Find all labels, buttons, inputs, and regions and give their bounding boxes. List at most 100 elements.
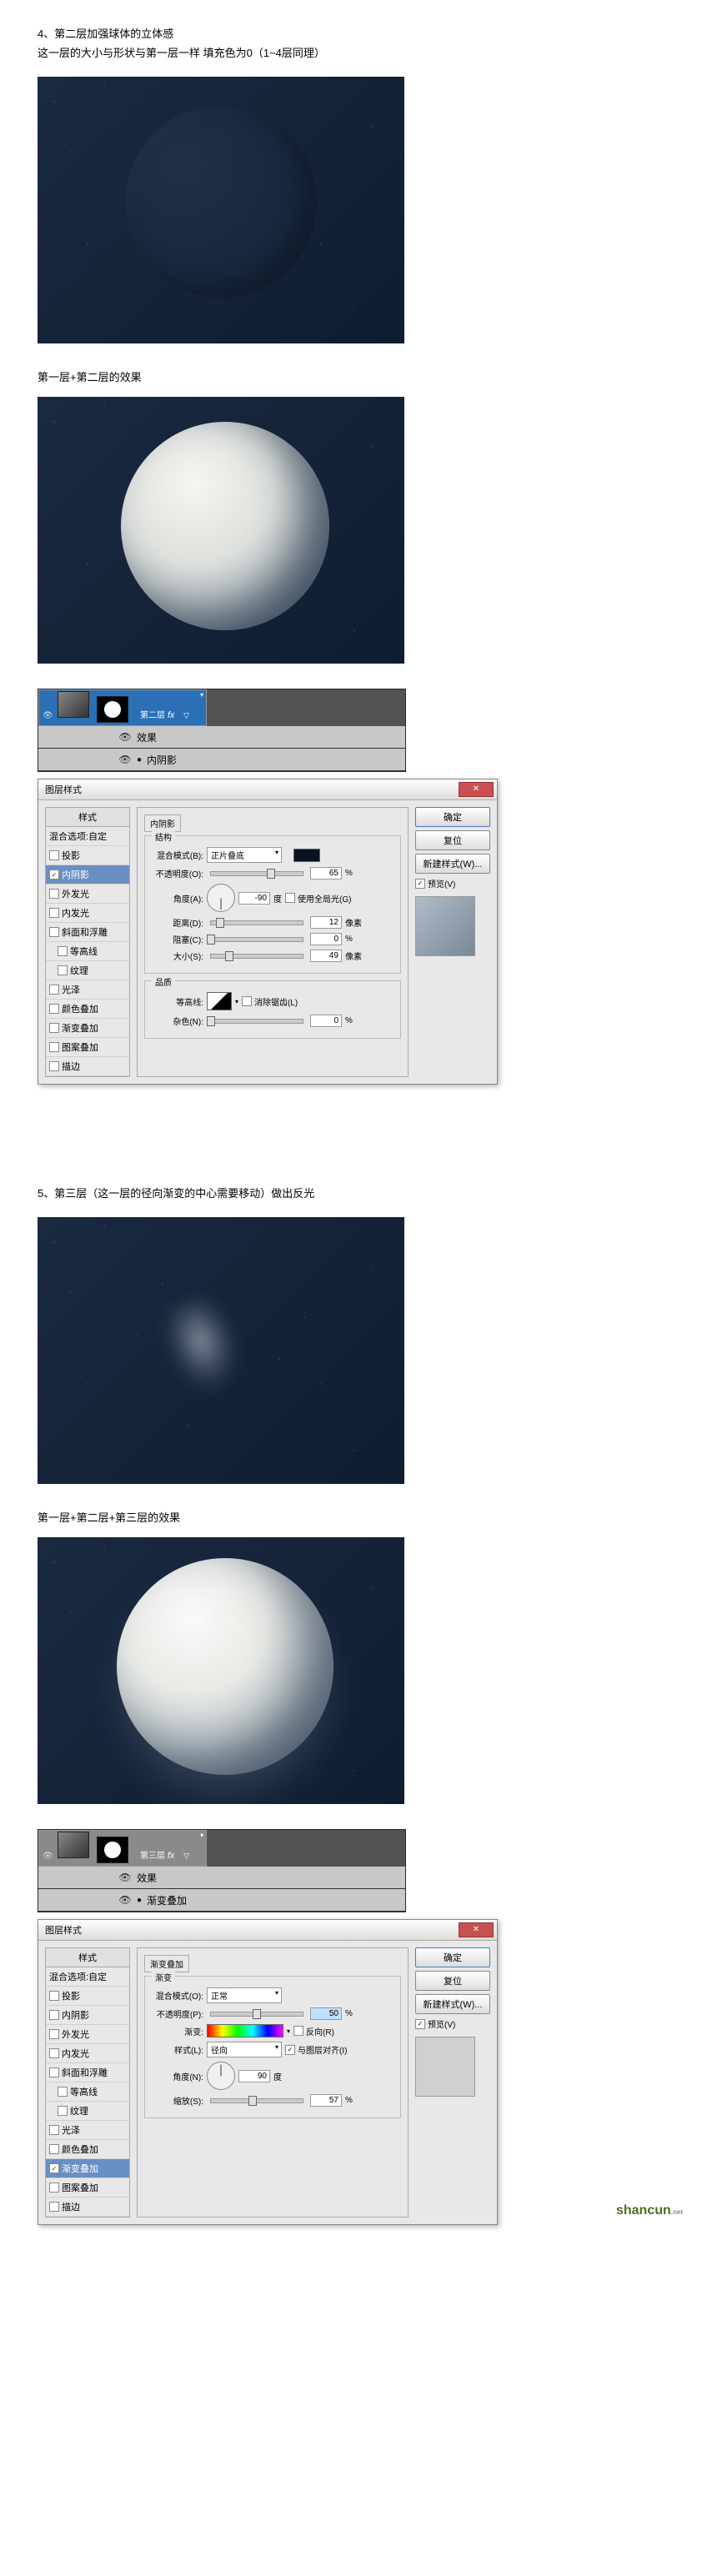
layer-row-selected[interactable]: 👁 第三层 fx ▽ xyxy=(38,1830,207,1867)
size-input[interactable]: 49 xyxy=(310,950,342,962)
scale-input[interactable]: 57 xyxy=(310,2094,342,2107)
visibility-icon[interactable]: 👁 xyxy=(113,1894,137,1906)
style-bevel[interactable]: 斜面和浮雕 xyxy=(46,923,129,942)
step4-title: 4、第二层加强球体的立体感 xyxy=(38,25,689,41)
cancel-button[interactable]: 复位 xyxy=(415,1971,490,1991)
dialog-titlebar[interactable]: 图层样式 ✕ xyxy=(38,1920,497,1941)
layer-fx-row: 👁 效果 xyxy=(38,1867,405,1889)
gradient-picker[interactable] xyxy=(207,2024,283,2037)
align-checkbox[interactable]: 与图层对齐(I) xyxy=(285,2043,347,2056)
style-outer-glow[interactable]: 外发光 xyxy=(46,2025,129,2044)
style-texture-sub[interactable]: 纹理 xyxy=(46,2102,129,2121)
ok-button[interactable]: 确定 xyxy=(415,1947,490,1967)
angle-dial[interactable] xyxy=(207,2062,235,2090)
styles-list: 样式 混合选项:自定 投影 内阴影 外发光 内发光 斜面和浮雕 等高线 纹理 光… xyxy=(45,807,130,1077)
style-inner-shadow[interactable]: 内阴影 xyxy=(46,865,129,885)
style-blend-options[interactable]: 混合选项:自定 xyxy=(46,1967,129,1987)
visibility-icon[interactable]: 👁 xyxy=(43,1852,53,1861)
visibility-icon[interactable]: 👁 xyxy=(113,731,137,743)
style-pattern-overlay[interactable]: 图案叠加 xyxy=(46,2178,129,2198)
color-swatch[interactable] xyxy=(293,849,320,862)
angle-input[interactable]: 90 xyxy=(238,2070,270,2082)
fx-badge: fx xyxy=(168,710,175,720)
figure-white-sphere-1 xyxy=(38,397,404,664)
layer-gradient-overlay-row[interactable]: 👁 ●渐变叠加 xyxy=(38,1889,405,1912)
style-stroke[interactable]: 描边 xyxy=(46,2198,129,2217)
global-light-checkbox[interactable]: 使用全局光(G) xyxy=(285,892,351,905)
noise-slider[interactable] xyxy=(210,1019,303,1024)
close-button[interactable]: ✕ xyxy=(459,1922,494,1937)
effect-icon: ● xyxy=(137,755,142,764)
style-bevel[interactable]: 斜面和浮雕 xyxy=(46,2063,129,2082)
visibility-icon[interactable]: 👁 xyxy=(43,711,53,720)
reverse-checkbox[interactable]: 反向(R) xyxy=(293,2025,334,2037)
layer-style-dialog-inner-shadow: 图层样式 ✕ 样式 混合选项:自定 投影 内阴影 外发光 内发光 斜面和浮雕 等… xyxy=(38,779,498,1085)
opacity-input[interactable]: 50 xyxy=(310,2007,342,2020)
angle-dial[interactable] xyxy=(207,884,235,912)
size-slider[interactable] xyxy=(210,954,303,959)
noise-input[interactable]: 0 xyxy=(310,1015,342,1027)
style-inner-shadow[interactable]: 内阴影 xyxy=(46,2006,129,2025)
style-outer-glow[interactable]: 外发光 xyxy=(46,885,129,904)
new-style-button[interactable]: 新建样式(W)... xyxy=(415,1994,490,2014)
new-style-button[interactable]: 新建样式(W)... xyxy=(415,854,490,874)
style-blend-options[interactable]: 混合选项:自定 xyxy=(46,827,129,846)
preview-checkbox[interactable]: 预览(V) xyxy=(415,877,490,890)
opacity-slider[interactable] xyxy=(210,2012,303,2017)
gradient-style-select[interactable]: 径向 xyxy=(207,2042,282,2057)
dialog-buttons: 确定 复位 新建样式(W)... 预览(V) xyxy=(415,807,490,1077)
visibility-icon[interactable]: 👁 xyxy=(113,754,137,765)
caption-layer1-2-3: 第一层+第二层+第三层的效果 xyxy=(38,1509,689,1525)
style-color-overlay[interactable]: 颜色叠加 xyxy=(46,2140,129,2159)
styles-list: 样式 混合选项:自定 投影 内阴影 外发光 内发光 斜面和浮雕 等高线 纹理 光… xyxy=(45,1947,130,2218)
choke-slider[interactable] xyxy=(210,937,303,942)
distance-slider[interactable] xyxy=(210,920,303,925)
style-pattern-overlay[interactable]: 图案叠加 xyxy=(46,1038,129,1057)
blend-mode-select[interactable]: 正常 xyxy=(207,1987,282,2003)
close-button[interactable]: ✕ xyxy=(459,782,494,797)
collapse-icon[interactable]: ▽ xyxy=(183,1852,189,1860)
preview-checkbox[interactable]: 预览(V) xyxy=(415,2017,490,2030)
cancel-button[interactable]: 复位 xyxy=(415,830,490,850)
style-stroke[interactable]: 描边 xyxy=(46,1057,129,1076)
style-gradient-overlay[interactable]: 渐变叠加 xyxy=(46,1019,129,1038)
layer-name: 第二层 xyxy=(140,711,165,720)
style-texture-sub[interactable]: 纹理 xyxy=(46,961,129,980)
antialias-checkbox[interactable]: 消除锯齿(L) xyxy=(242,995,298,1008)
caption-layer1-2: 第一层+第二层的效果 xyxy=(38,368,689,384)
collapse-icon[interactable]: ▽ xyxy=(183,711,189,719)
style-drop-shadow[interactable]: 投影 xyxy=(46,1987,129,2006)
watermark: shancun.net xyxy=(616,2203,683,2218)
opacity-slider[interactable] xyxy=(210,871,303,876)
step-5: 5、第三层（这一层的径向渐变的中心需要移动）做出反光 第一层+第二层+第三层的效… xyxy=(38,1185,689,2225)
layer-fx-row: 👁 效果 xyxy=(38,726,405,749)
layer-mask-thumb xyxy=(97,696,128,723)
opacity-input[interactable]: 65 xyxy=(310,867,342,880)
layer-inner-shadow-row[interactable]: 👁 ●内阴影 xyxy=(38,749,405,771)
blend-mode-select[interactable]: 正片叠底 xyxy=(207,847,282,863)
style-inner-glow[interactable]: 内发光 xyxy=(46,2044,129,2063)
inner-shadow-settings: 内阴影 结构 混合模式(B): 正片叠底 不透明度(O): 65 % xyxy=(137,807,409,1077)
style-gradient-overlay[interactable]: 渐变叠加 xyxy=(46,2159,129,2178)
layer-row-selected[interactable]: 👁 第二层 fx ▽ xyxy=(38,689,207,726)
style-drop-shadow[interactable]: 投影 xyxy=(46,846,129,865)
visibility-icon[interactable]: 👁 xyxy=(113,1872,137,1883)
layer-mask-thumb xyxy=(97,1837,128,1863)
style-inner-glow[interactable]: 内发光 xyxy=(46,904,129,923)
dialog-titlebar[interactable]: 图层样式 ✕ xyxy=(38,779,497,800)
contour-picker[interactable] xyxy=(207,992,232,1010)
style-satin[interactable]: 光泽 xyxy=(46,2121,129,2140)
step5-title: 5、第三层（这一层的径向渐变的中心需要移动）做出反光 xyxy=(38,1185,689,1200)
gradient-overlay-settings: 渐变叠加 渐变 混合模式(O): 正常 不透明度(P): 50 % 渐变: xyxy=(137,1947,409,2218)
style-contour-sub[interactable]: 等高线 xyxy=(46,2082,129,2102)
effect-icon: ● xyxy=(137,1896,142,1905)
distance-input[interactable]: 12 xyxy=(310,916,342,929)
style-color-overlay[interactable]: 颜色叠加 xyxy=(46,1000,129,1019)
style-contour-sub[interactable]: 等高线 xyxy=(46,942,129,961)
layers-panel-2: 👁 第二层 fx ▽ 👁 效果 👁 ●内阴影 xyxy=(38,689,406,772)
ok-button[interactable]: 确定 xyxy=(415,807,490,827)
scale-slider[interactable] xyxy=(210,2098,303,2103)
angle-input[interactable]: -90 xyxy=(238,892,270,905)
choke-input[interactable]: 0 xyxy=(310,933,342,945)
style-satin[interactable]: 光泽 xyxy=(46,980,129,1000)
